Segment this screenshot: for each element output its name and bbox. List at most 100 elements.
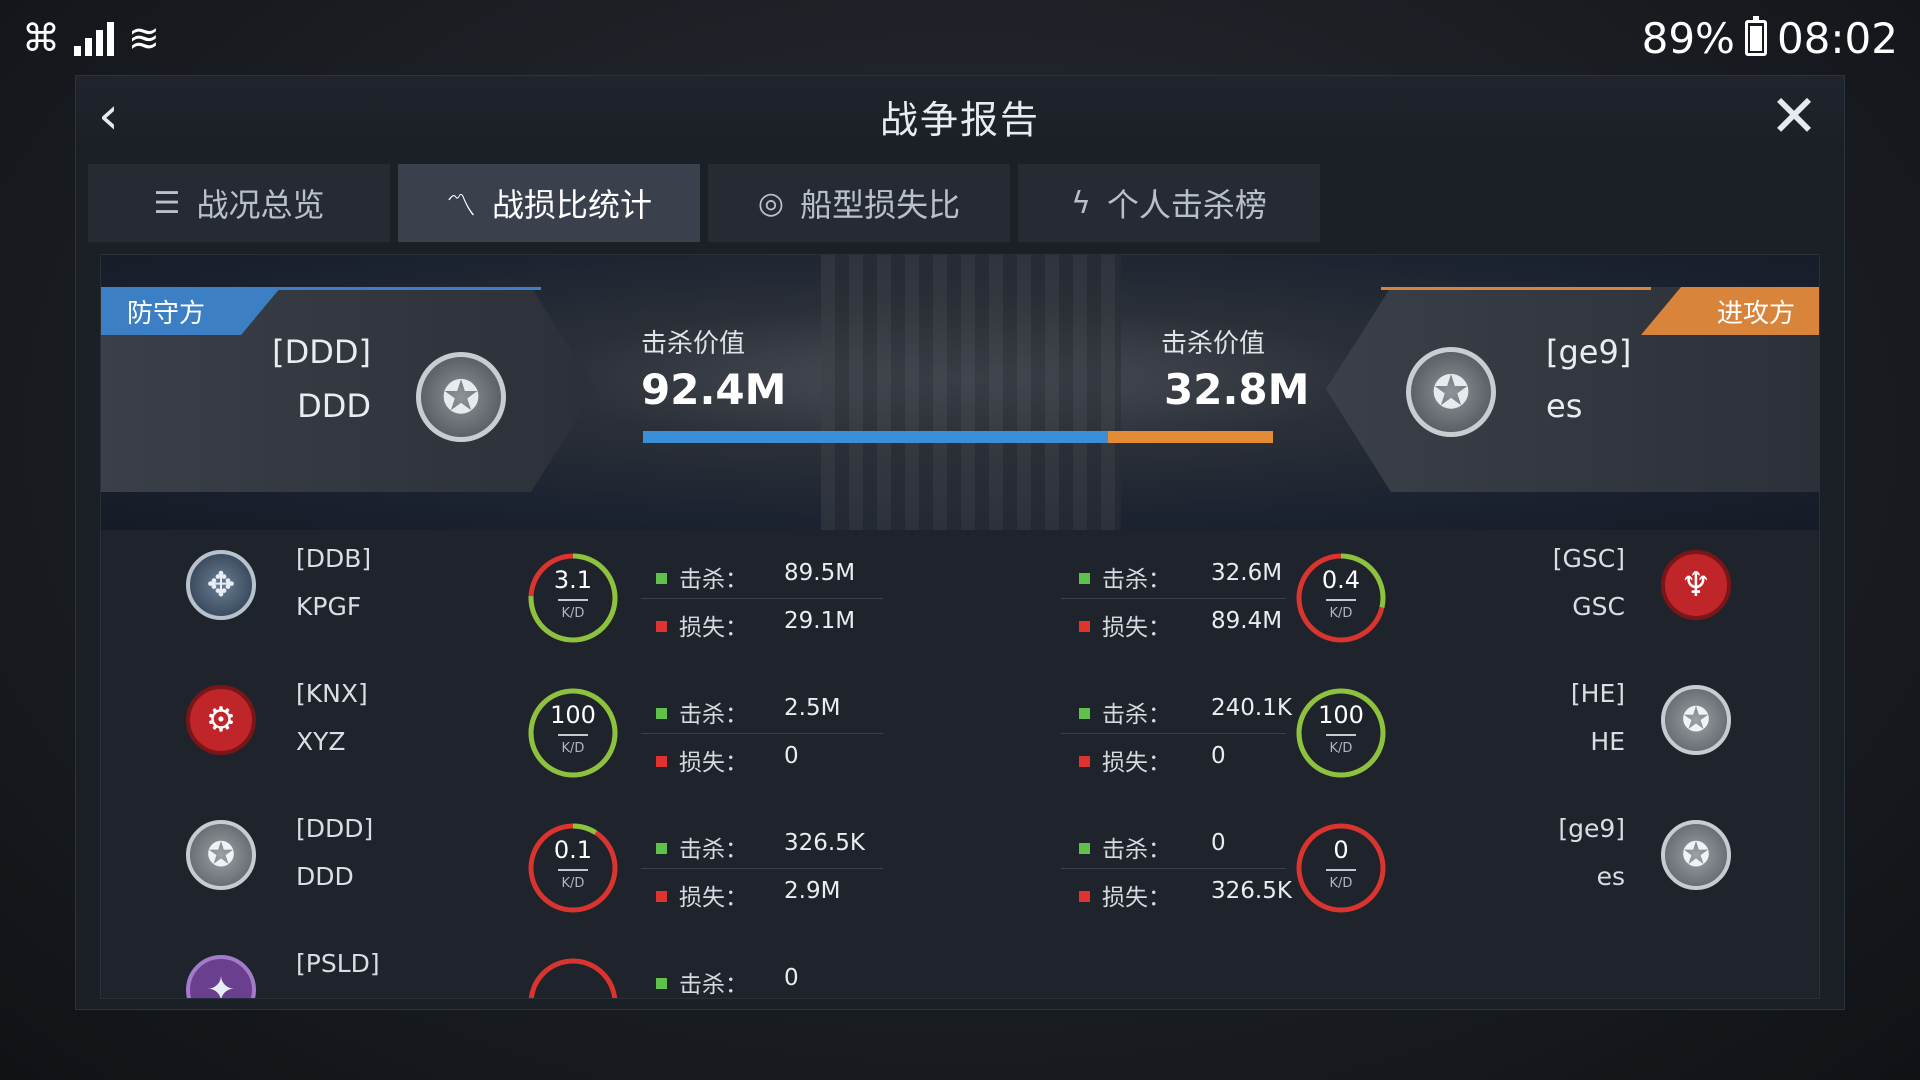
kill-value: 326.5K — [784, 830, 865, 856]
kd-value: 0.1 — [553, 836, 593, 864]
kd-ring: 100 K/D — [525, 685, 621, 781]
kd-ring — [525, 955, 621, 998]
kill-square-icon — [1079, 708, 1090, 719]
kd-unit: K/D — [1329, 741, 1353, 756]
kd-value: 3.1 — [553, 566, 593, 594]
alliance-tag: [DDD] — [296, 814, 374, 843]
loss-label: 损失： — [679, 750, 748, 776]
network-icon: ⌘ — [22, 16, 60, 60]
loss-value: 0 — [1211, 743, 1226, 769]
tab-overview[interactable]: ☰ 战况总览 — [88, 164, 390, 242]
divider — [641, 598, 883, 599]
kill-label: 击杀： — [1102, 567, 1171, 593]
summary-banner: 防守方 进攻方 [DDD] DDD ✪ 击杀价值 92.4M 击杀价值 32.8… — [101, 255, 1819, 530]
kd-ring: 0.4 K/D — [1293, 550, 1389, 646]
status-bar: ⌘ ≋ 89% 08:02 — [0, 0, 1920, 76]
signal-icon — [74, 20, 114, 56]
star-emblem-icon: ✪ — [416, 352, 506, 442]
tab-label: 战损比统计 — [491, 186, 652, 224]
battery-percent: 89% — [1641, 13, 1735, 63]
divider — [1061, 598, 1286, 599]
alliance-tag: [ge9] — [1558, 814, 1625, 843]
loss-value: 326.5K — [1211, 878, 1292, 904]
kill-label: 击杀： — [679, 702, 748, 728]
kd-ring-graphic — [1296, 688, 1386, 778]
alliance-name: GSC — [1572, 592, 1625, 621]
kill-value: 2.5M — [784, 695, 841, 721]
star-emblem-icon: ✪ — [1661, 820, 1731, 890]
trident-emblem-icon: ♆ — [1661, 550, 1731, 620]
left-alliance: [PSLD] — [296, 940, 380, 988]
kd-unit: K/D — [1329, 606, 1353, 621]
lightning-icon: ϟ — [1071, 185, 1091, 221]
battery-icon — [1744, 16, 1767, 56]
defender-name: DDD — [297, 387, 371, 425]
attacker-name: es — [1546, 387, 1583, 425]
kd-separator — [558, 734, 588, 736]
kill-stat: 击杀： 240.1K — [1079, 695, 1292, 729]
loss-label: 损失： — [1102, 750, 1171, 776]
wifi-icon: ≋ — [128, 16, 160, 60]
kill-value: 0 — [784, 965, 799, 991]
back-button[interactable]: ‹ — [98, 90, 148, 142]
kd-ring-kill-arc — [528, 958, 618, 998]
kd-ring-graphic — [528, 958, 618, 998]
tab-label: 船型损失比 — [800, 186, 961, 224]
defender-tag: [DDD] — [272, 333, 371, 371]
tab-kd-stats[interactable]: 〽 战损比统计 — [398, 164, 700, 242]
alliance-row[interactable]: ⚙ [KNX] XYZ 100 K/D 击杀： 2.5M 损失： 0 击杀： 240.… — [101, 665, 1819, 800]
kd-separator — [1326, 599, 1356, 601]
tab-kill-ranking[interactable]: ϟ 个人击杀榜 — [1018, 164, 1320, 242]
kd-value: 100 — [1318, 701, 1364, 729]
divider — [641, 733, 883, 734]
kill-square-icon — [656, 708, 667, 719]
defender-name-block: [DDD] DDD — [251, 325, 371, 433]
defender-line — [271, 287, 541, 290]
alliance-row[interactable]: ✪ [DDD] DDD 0.1 K/D 击杀： 326.5K 损失： 2.9M 击杀… — [101, 800, 1819, 935]
close-button[interactable]: ✕ — [1766, 87, 1822, 145]
alliance-tag: [KNX] — [296, 679, 368, 708]
alliance-name: es — [1596, 862, 1625, 891]
kill-value: 0 — [1211, 830, 1226, 856]
loss-stat: 损失： 0 — [1079, 743, 1226, 777]
kill-stat: 击杀： 0 — [1079, 830, 1226, 864]
tab-label: 个人击杀榜 — [1106, 186, 1267, 224]
alliance-row[interactable]: ✥ [DDB] KPGF 3.1 K/D 击杀： 89.5M 损失： 29.1M 击… — [101, 530, 1819, 665]
defender-kill-value-label: 击杀价值 — [641, 329, 746, 359]
trend-icon: 〽 — [445, 189, 476, 224]
star-emblem-icon: ✪ — [1661, 685, 1731, 755]
loss-label: 损失： — [679, 615, 748, 641]
kill-square-icon — [656, 978, 667, 989]
kill-square-icon — [656, 573, 667, 584]
kill-square-icon — [656, 843, 667, 854]
star-emblem-icon: ✪ — [1406, 347, 1496, 437]
kd-separator — [1326, 869, 1356, 871]
tab-ship-loss[interactable]: ◎ 船型损失比 — [708, 164, 1010, 242]
war-report-panel: ‹ 战争报告 ✕ ☰ 战况总览 〽 战损比统计 ◎ 船型损失比 ϟ 个人击杀榜 … — [75, 75, 1845, 1010]
clock: 08:02 — [1776, 13, 1898, 63]
list-icon: ☰ — [153, 185, 181, 221]
close-icon: ✕ — [1769, 82, 1819, 150]
kill-label: 击杀： — [679, 972, 748, 998]
loss-stat: 损失： 29.1M — [656, 608, 855, 642]
kill-value: 89.5M — [784, 560, 856, 586]
left-alliance: [KNX] XYZ — [296, 670, 368, 766]
loss-square-icon — [656, 621, 667, 632]
attacker-kill-value: 32.8M — [1164, 365, 1310, 414]
laurel-emblem-icon: ✥ — [186, 550, 256, 620]
divider — [1061, 733, 1286, 734]
attacker-kill-value-label: 击杀价值 — [1161, 329, 1266, 359]
ship-icon: ◎ — [757, 185, 785, 221]
alliance-tag: [HE] — [1570, 679, 1625, 708]
alliance-row[interactable]: ✦ [PSLD] 击杀： 0 — [101, 935, 1819, 998]
status-icons: ⌘ ≋ — [22, 16, 160, 60]
kd-separator — [1326, 734, 1356, 736]
loss-value: 89.4M — [1211, 608, 1283, 634]
kill-square-icon — [1079, 843, 1090, 854]
loss-square-icon — [1079, 621, 1090, 632]
kd-ring: 100 K/D — [1293, 685, 1389, 781]
loss-stat: 损失： 0 — [656, 743, 799, 777]
kill-stat: 击杀： 326.5K — [656, 830, 865, 864]
kill-value-ratio-bar — [643, 431, 1273, 443]
alliance-name: KPGF — [296, 592, 362, 621]
